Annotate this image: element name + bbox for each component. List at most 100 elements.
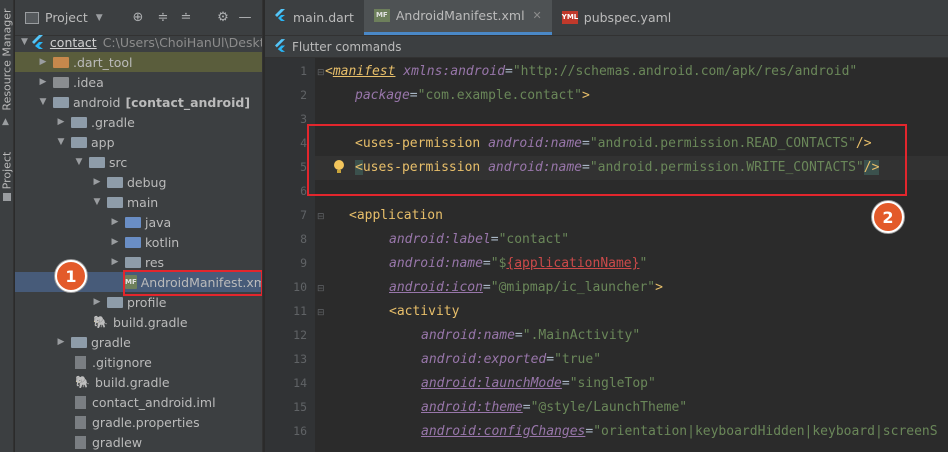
tree-item-gradle-properties[interactable]: gradle.properties bbox=[15, 412, 262, 432]
expand-all-icon[interactable]: ≑ bbox=[155, 10, 171, 26]
folder-icon bbox=[71, 137, 87, 148]
tree-item-res[interactable]: ▶ res bbox=[15, 252, 262, 272]
code-line-1[interactable]: <manifest xmlns:android="http://schemas.… bbox=[325, 60, 857, 84]
tree-item-label: build.gradle bbox=[113, 314, 188, 330]
line-number: 7 bbox=[300, 208, 307, 222]
tree-root-contact[interactable]: ▼ contact C:\Users\ChoiHanUl\Deskt bbox=[15, 32, 262, 52]
tree-item-java[interactable]: ▶ java bbox=[15, 212, 262, 232]
annotation-badge-1: 1 bbox=[55, 260, 87, 292]
file-icon bbox=[75, 435, 86, 449]
code-line-9[interactable]: android:name="${applicationName}" bbox=[389, 252, 647, 276]
tree-item-kotlin[interactable]: ▶ kotlin bbox=[15, 232, 262, 252]
tab-pubspec-yaml[interactable]: YML pubspec.yaml bbox=[552, 0, 681, 35]
project-panel: Project ▼ ⊕ ≑ ≐ ⚙ — ▼ contact C:\Users\C… bbox=[15, 0, 262, 452]
tree-item-label: profile bbox=[127, 294, 167, 310]
fold-marker-icon[interactable]: ⊟ bbox=[317, 284, 325, 294]
code-line-13[interactable]: android:exported="true" bbox=[421, 348, 601, 372]
chevron-right-icon[interactable]: ▶ bbox=[109, 257, 121, 267]
project-view-selector[interactable]: Project bbox=[45, 10, 88, 25]
chevron-down-icon[interactable]: ▼ bbox=[96, 13, 103, 23]
tree-item-label: build.gradle bbox=[95, 374, 170, 390]
yaml-file-icon: YML bbox=[561, 10, 578, 24]
chevron-right-icon[interactable]: ▶ bbox=[91, 297, 103, 307]
tree-item-label: .gradle bbox=[91, 114, 135, 130]
tree-item-label: main bbox=[127, 194, 159, 210]
code-line-15[interactable]: android:theme="@style/LaunchTheme" bbox=[421, 396, 687, 420]
folder-icon bbox=[53, 77, 69, 88]
tree-item-gradle[interactable]: ▶ gradle bbox=[15, 332, 262, 352]
tree-item-app[interactable]: ▼ app bbox=[15, 132, 262, 152]
tab-main-dart[interactable]: main.dart bbox=[265, 0, 364, 35]
code-line-11[interactable]: <activity bbox=[389, 300, 459, 324]
tab-label: main.dart bbox=[293, 9, 354, 25]
line-number: 5 bbox=[300, 160, 307, 174]
code-line-10[interactable]: android:icon="@mipmap/ic_launcher"> bbox=[389, 276, 663, 300]
tree-item-android[interactable]: ▼ android [contact_android] bbox=[15, 92, 262, 112]
line-number: 3 bbox=[300, 112, 307, 126]
resource-manager-tab[interactable]: Resource Manager bbox=[0, 0, 14, 118]
tree-item-label: android bbox=[73, 94, 121, 110]
flutter-commands-bar[interactable]: Flutter commands bbox=[265, 36, 948, 58]
tree-item-build-gradle[interactable]: 🐘 build.gradle bbox=[15, 372, 262, 392]
gear-icon[interactable]: ⚙ bbox=[215, 10, 231, 26]
tree-item-label: debug bbox=[127, 174, 167, 190]
chevron-right-icon[interactable]: ▶ bbox=[109, 237, 121, 247]
line-number: 12 bbox=[293, 328, 307, 342]
fold-marker-icon[interactable]: ⊟ bbox=[317, 68, 325, 78]
chevron-down-icon[interactable]: ▼ bbox=[21, 37, 28, 47]
code-line-7[interactable]: <application bbox=[349, 204, 443, 228]
chevron-down-icon[interactable]: ▼ bbox=[91, 197, 103, 207]
tree-item-gradlew[interactable]: gradlew bbox=[15, 432, 262, 452]
tab-label: pubspec.yaml bbox=[583, 9, 672, 25]
tree-item-dart-tool[interactable]: ▶ .dart_tool bbox=[15, 52, 262, 72]
tree-item-label: .dart_tool bbox=[73, 54, 133, 70]
project-toolbar: Project ▼ ⊕ ≑ ≐ ⚙ — bbox=[15, 0, 262, 36]
hide-icon[interactable]: — bbox=[237, 10, 253, 26]
code-line-14[interactable]: android:launchMode="singleTop" bbox=[421, 372, 656, 396]
tree-item-label: gradlew bbox=[92, 434, 143, 450]
fold-marker-icon[interactable]: ⊟ bbox=[317, 212, 325, 222]
code-line-2[interactable]: package="com.example.contact"> bbox=[355, 84, 590, 108]
source-folder-icon bbox=[125, 217, 141, 228]
chevron-right-icon[interactable]: ▶ bbox=[37, 77, 49, 87]
fold-marker-icon[interactable]: ⊟ bbox=[317, 308, 325, 318]
tree-item-iml[interactable]: contact_android.iml bbox=[15, 392, 262, 412]
highlight-box-manifest bbox=[123, 270, 262, 296]
tree-item-build-gradle-app[interactable]: 🐘 build.gradle bbox=[15, 312, 262, 332]
close-icon[interactable]: ✕ bbox=[533, 9, 542, 22]
chevron-down-icon[interactable]: ▼ bbox=[37, 97, 49, 107]
tree-item-gitignore[interactable]: .gitignore bbox=[15, 352, 262, 372]
project-tool-tab[interactable]: Project bbox=[0, 140, 14, 200]
chevron-down-icon[interactable]: ▼ bbox=[55, 137, 67, 147]
chevron-right-icon[interactable]: ▶ bbox=[55, 117, 67, 127]
line-number: 2 bbox=[300, 88, 307, 102]
chevron-right-icon[interactable]: ▶ bbox=[37, 57, 49, 67]
code-line-16[interactable]: android:configChanges="orientation|keybo… bbox=[421, 420, 938, 444]
line-number: 6 bbox=[300, 184, 307, 198]
chevron-right-icon[interactable]: ▶ bbox=[109, 217, 121, 227]
tree-item-gradle-dir[interactable]: ▶ .gradle bbox=[15, 112, 262, 132]
file-icon bbox=[75, 395, 86, 409]
tree-item-src[interactable]: ▼ src bbox=[15, 152, 262, 172]
tree-item-label: contact_android.iml bbox=[92, 394, 216, 410]
tree-item-label: src bbox=[109, 154, 128, 170]
tree-item-main[interactable]: ▼ main bbox=[15, 192, 262, 212]
tree-item-label: res bbox=[145, 254, 165, 270]
code-line-12[interactable]: android:name=".MainActivity" bbox=[421, 324, 640, 348]
collapse-all-icon[interactable]: ≐ bbox=[178, 10, 194, 26]
chevron-down-icon[interactable]: ▼ bbox=[73, 157, 85, 167]
code-line-8[interactable]: android:label="contact" bbox=[389, 228, 569, 252]
tree-item-idea[interactable]: ▶ .idea bbox=[15, 72, 262, 92]
chevron-right-icon[interactable]: ▶ bbox=[91, 177, 103, 187]
project-view-icon bbox=[25, 11, 39, 24]
flutter-icon bbox=[275, 38, 286, 55]
tab-android-manifest[interactable]: MF AndroidManifest.xml ✕ bbox=[363, 0, 552, 35]
tree-item-label: .idea bbox=[73, 74, 104, 90]
resource-folder-icon bbox=[125, 257, 141, 268]
project-tool-label: Project bbox=[0, 151, 14, 189]
tree-item-debug[interactable]: ▶ debug bbox=[15, 172, 262, 192]
folder-icon bbox=[71, 117, 87, 128]
locate-icon[interactable]: ⊕ bbox=[130, 10, 146, 26]
project-folder-icon bbox=[3, 193, 11, 201]
chevron-right-icon[interactable]: ▶ bbox=[55, 337, 67, 347]
